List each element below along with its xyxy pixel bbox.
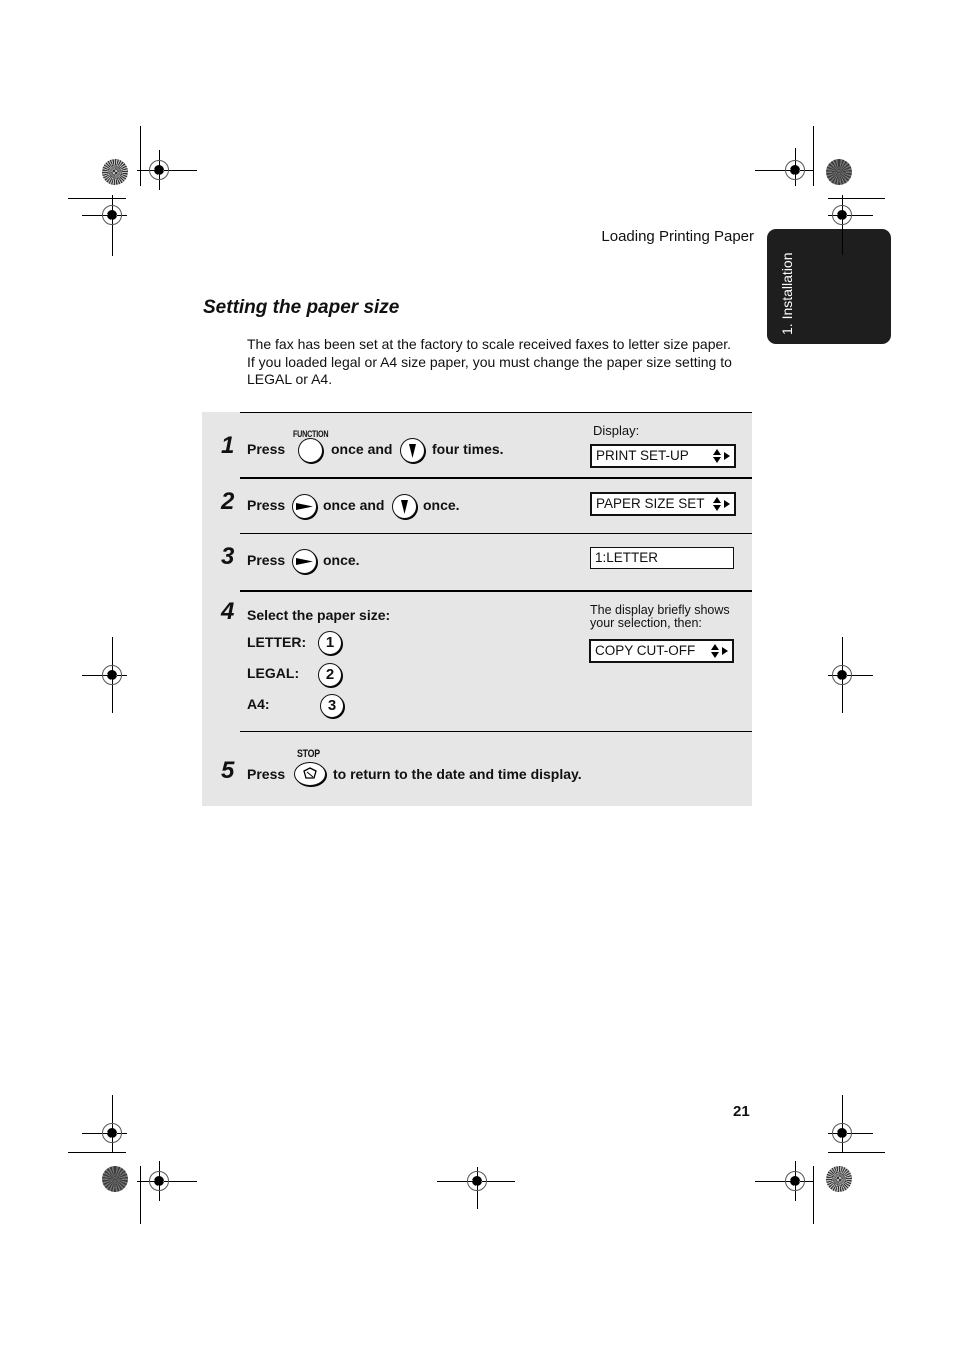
step-text: once. <box>323 552 360 568</box>
crop-line <box>68 1152 126 1153</box>
lcd-text: PAPER SIZE SET <box>596 496 705 511</box>
step-divider <box>240 533 752 534</box>
step-text: once and <box>331 441 393 457</box>
scroll-arrows-icon <box>713 497 730 511</box>
lcd-text: COPY CUT-OFF <box>595 643 696 658</box>
lcd-display: COPY CUT-OFF <box>589 639 734 663</box>
stop-key-icon <box>294 762 326 786</box>
step-text: four times. <box>432 441 504 457</box>
crop-line <box>813 126 814 186</box>
section-tab-label: 1. Installation <box>779 252 795 336</box>
step-text: to return to the date and time display. <box>333 766 582 782</box>
step-number: 4 <box>221 598 235 625</box>
down-arrow-key-icon <box>400 438 425 463</box>
display-note: The display briefly shows your selection… <box>590 604 730 630</box>
crop-line <box>828 1152 885 1153</box>
intro-line: The fax has been set at the factory to s… <box>247 336 732 352</box>
running-head: Loading Printing Paper <box>601 228 754 245</box>
intro-line: LEGAL or A4. <box>247 371 333 387</box>
registration-rosette <box>102 159 128 185</box>
step-number: 2 <box>221 488 235 515</box>
option-label-a4: A4: <box>247 696 270 712</box>
step-press-label: Press <box>247 552 286 568</box>
scroll-arrows-icon <box>711 644 728 658</box>
lcd-display: 1:LETTER <box>590 547 734 569</box>
intro-line: If you loaded legal or A4 size paper, yo… <box>247 353 732 370</box>
registration-rosette <box>826 159 852 185</box>
lcd-display: PAPER SIZE SET <box>590 492 736 516</box>
step-press-label: Press <box>247 766 286 782</box>
number-key-1-icon: 1 <box>318 631 342 655</box>
registration-rosette <box>102 1166 128 1192</box>
page-number: 21 <box>733 1103 750 1120</box>
step-divider <box>240 731 752 732</box>
step-number: 3 <box>221 543 235 570</box>
crop-line <box>140 126 141 186</box>
crop-line <box>68 198 126 199</box>
display-label: Display: <box>593 423 640 438</box>
note-line: your selection, then: <box>590 616 702 630</box>
option-label-letter: LETTER: <box>247 634 307 650</box>
option-label-legal: LEGAL: <box>247 665 300 681</box>
right-arrow-key-icon <box>292 549 317 574</box>
step-number: 1 <box>221 432 235 459</box>
crop-line <box>828 198 885 199</box>
intro-paragraph: The fax has been set at the factory to s… <box>247 336 747 389</box>
right-arrow-key-icon <box>292 494 317 519</box>
lcd-text: 1:LETTER <box>595 550 659 565</box>
step-press-label: Press <box>247 441 286 457</box>
step-divider <box>240 477 752 479</box>
down-arrow-key-icon <box>392 494 417 519</box>
number-key-3-icon: 3 <box>320 694 344 718</box>
step-text: once and <box>323 497 385 513</box>
stop-key-label: STOP <box>297 748 320 760</box>
scroll-arrows-icon <box>713 449 730 463</box>
step-number: 5 <box>221 757 235 784</box>
lcd-display: PRINT SET-UP <box>590 444 736 468</box>
step-divider <box>240 590 752 592</box>
step-divider <box>240 412 752 413</box>
section-title: Setting the paper size <box>203 297 400 318</box>
registration-rosette <box>826 1166 852 1192</box>
step-text: once. <box>423 497 460 513</box>
step-press-label: Press <box>247 497 286 513</box>
crop-line <box>813 1166 814 1224</box>
lcd-text: PRINT SET-UP <box>596 448 689 463</box>
step-text: Select the paper size: <box>247 607 391 623</box>
crop-line <box>140 1166 141 1224</box>
function-key-icon <box>298 438 323 463</box>
number-key-2-icon: 2 <box>318 663 342 687</box>
